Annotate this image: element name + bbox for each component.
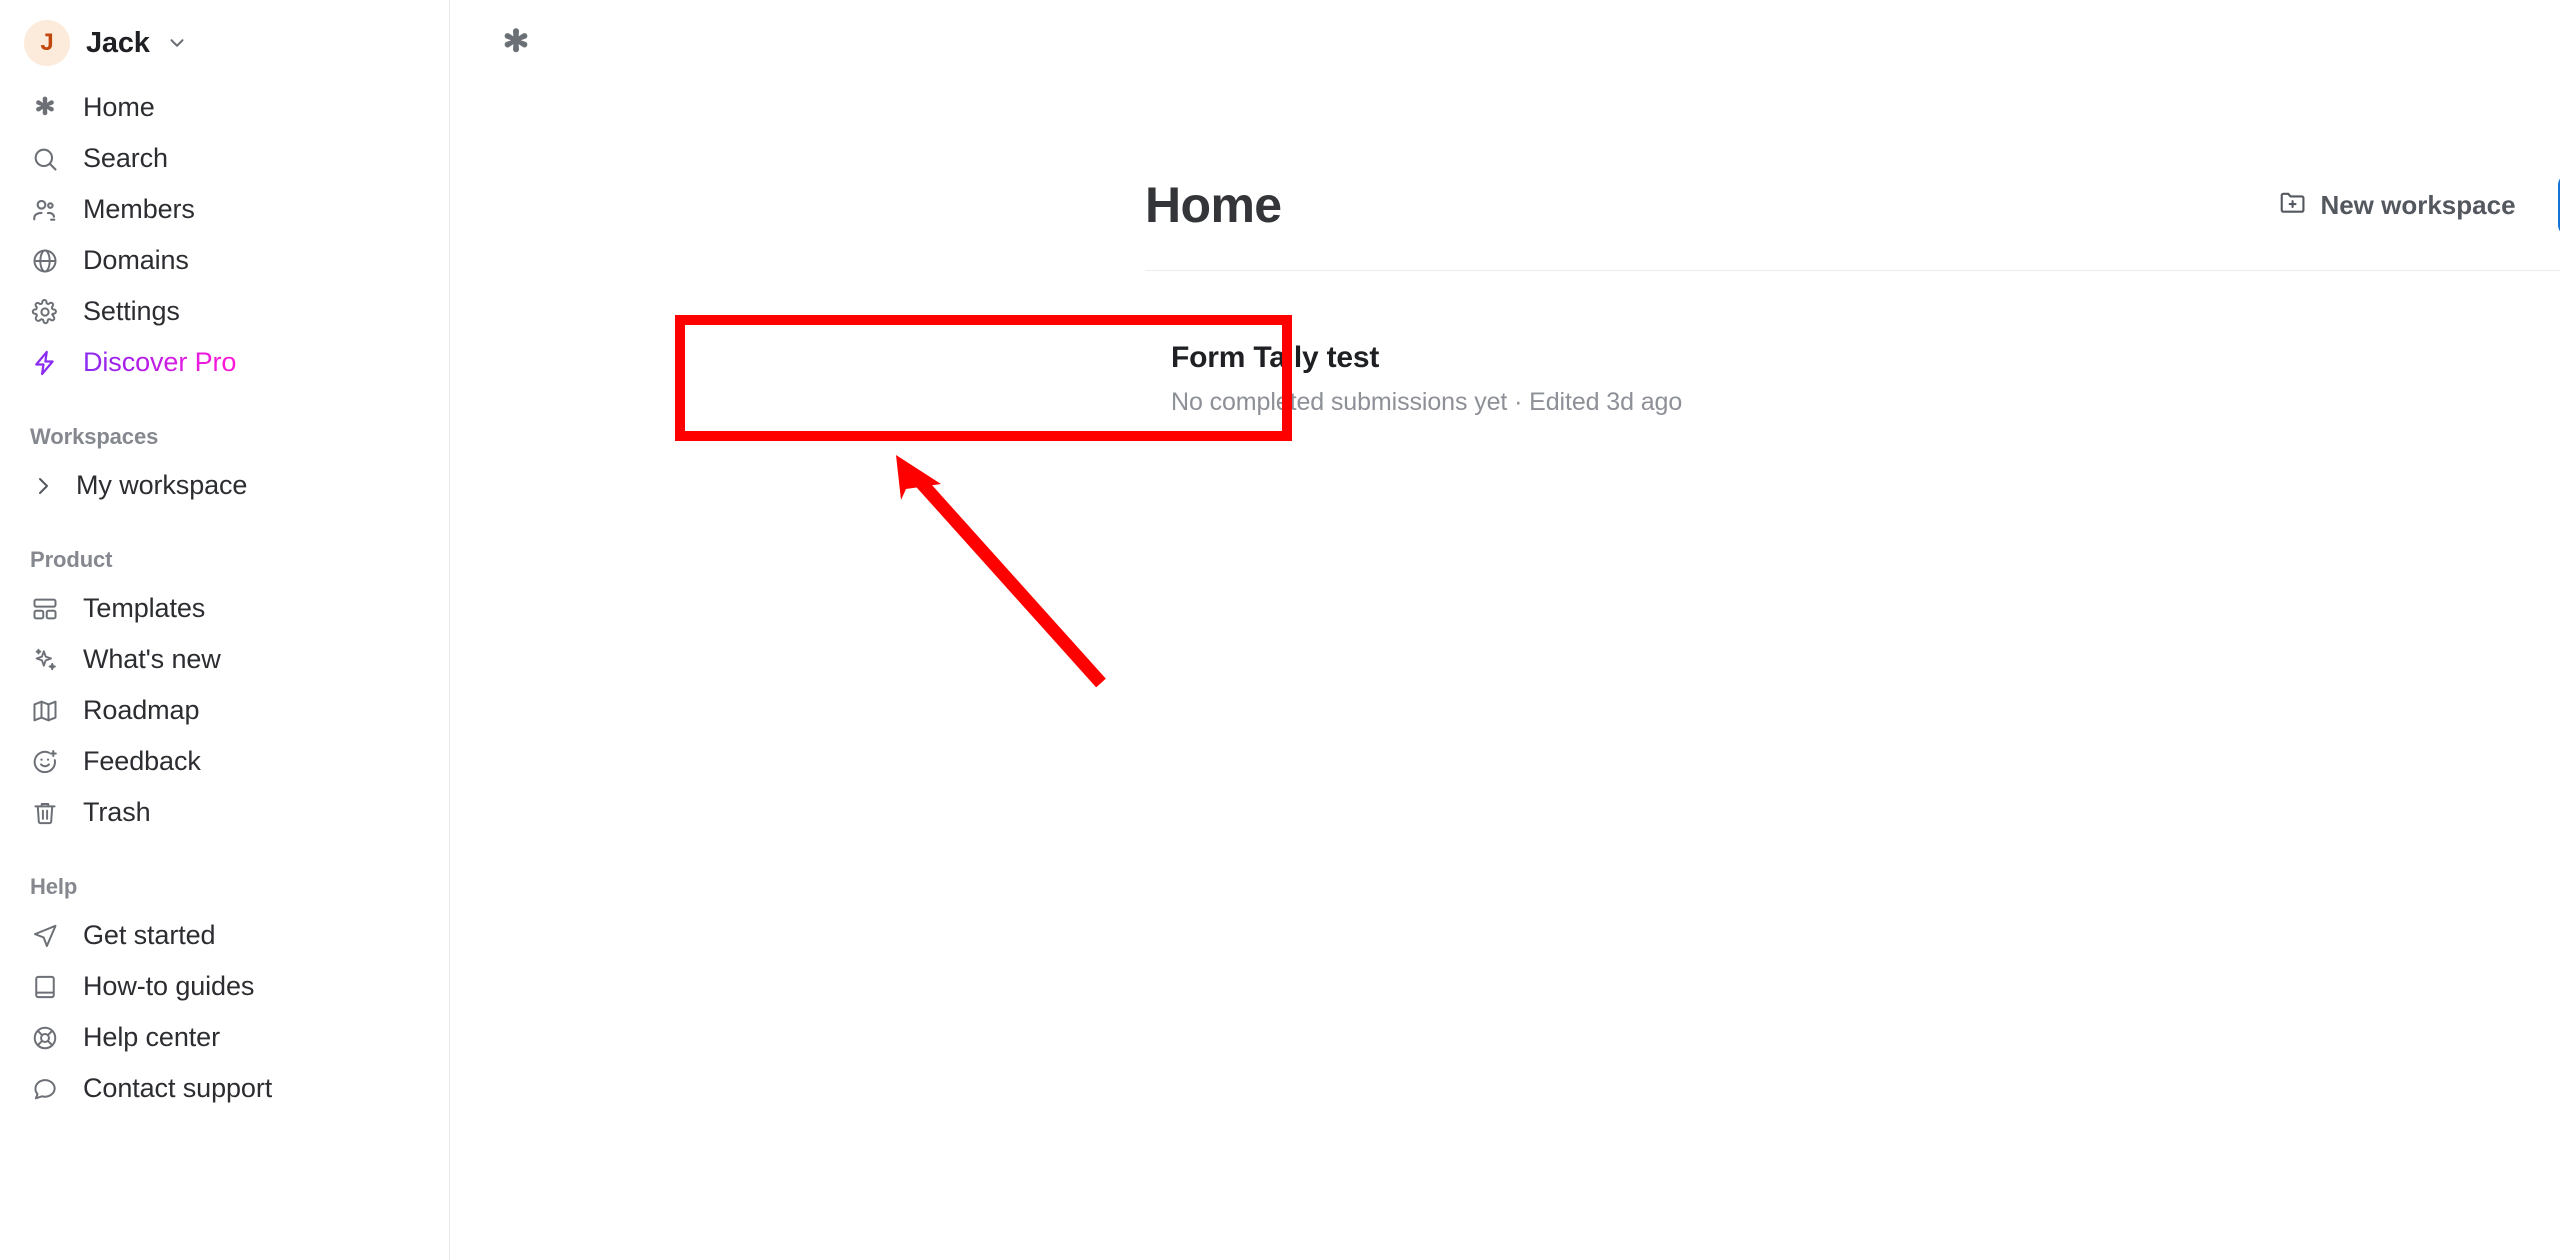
chat-bubble-icon	[30, 1074, 60, 1104]
avatar: J	[24, 20, 70, 66]
search-icon	[30, 144, 60, 174]
sidebar-item-label: What's new	[83, 644, 221, 674]
asterisk-icon	[30, 93, 60, 123]
sidebar-item-label: Home	[83, 92, 155, 122]
section-label-help: Help	[30, 874, 78, 899]
gear-icon	[30, 297, 60, 327]
chevron-down-icon	[166, 32, 188, 54]
primary-nav: Home Search Members Domains Settings Dis…	[0, 82, 449, 388]
sidebar-item-label: Settings	[83, 296, 180, 326]
sidebar-item-search[interactable]: Search	[18, 133, 431, 184]
sidebar-item-label: Trash	[83, 797, 151, 827]
section-label-workspaces: Workspaces	[30, 424, 159, 449]
sidebar-item-help-center[interactable]: Help center	[18, 1012, 431, 1063]
lightning-icon	[30, 348, 60, 378]
lifebuoy-icon	[30, 1023, 60, 1053]
sparkles-icon	[30, 645, 60, 675]
chevron-right-icon[interactable]	[30, 473, 56, 499]
sidebar-item-feedback[interactable]: Feedback	[18, 736, 431, 787]
users-icon	[30, 195, 60, 225]
layout-icon	[30, 594, 60, 624]
sidebar-item-templates[interactable]: Templates	[18, 583, 431, 634]
sidebar-item-my-workspace[interactable]: My workspace	[18, 460, 431, 511]
tally-asterisk-logo-icon[interactable]	[490, 17, 542, 69]
sidebar-item-label: Feedback	[83, 746, 201, 776]
sidebar-item-label: Members	[83, 194, 195, 224]
sidebar-item-label: Templates	[83, 593, 206, 623]
account-switcher[interactable]: J Jack	[0, 4, 449, 82]
section-label-product: Product	[30, 547, 113, 572]
sidebar-item-label: Discover Pro	[83, 347, 237, 377]
help-nav: Get started How-to guides Help center Co…	[0, 910, 449, 1114]
page-body: Home New workspace New for	[450, 86, 2560, 443]
sidebar-item-domains[interactable]: Domains	[18, 235, 431, 286]
sidebar-item-label: My workspace	[76, 470, 248, 500]
map-icon	[30, 696, 60, 726]
trash-icon	[30, 798, 60, 828]
page-header-actions: New workspace New form	[2272, 174, 2560, 236]
sidebar-item-trash[interactable]: Trash	[18, 787, 431, 838]
form-card[interactable]: Form Tally test No completed submissions…	[1145, 319, 1757, 443]
sidebar-item-label: Search	[83, 143, 168, 173]
sidebar: J Jack Home Search Members Domains Setti…	[0, 0, 450, 1260]
smiley-plus-icon	[30, 747, 60, 777]
sidebar-item-settings[interactable]: Settings	[18, 286, 431, 337]
topbar: Search	[450, 0, 2560, 86]
paper-plane-icon	[30, 921, 60, 951]
page-title: Home	[1145, 176, 1282, 233]
book-icon	[30, 972, 60, 1002]
sidebar-item-label: Help center	[83, 1022, 220, 1052]
form-name: Form Tally test	[1171, 341, 1380, 374]
new-workspace-button[interactable]: New workspace	[2272, 178, 2521, 233]
sidebar-item-label: How-to guides	[83, 971, 255, 1001]
tally-app-window: J Jack Home Search Members Domains Setti…	[0, 0, 2560, 1260]
folder-plus-icon	[2278, 188, 2306, 223]
sidebar-item-roadmap[interactable]: Roadmap	[18, 685, 431, 736]
sidebar-item-whats-new[interactable]: What's new	[18, 634, 431, 685]
sidebar-item-how-to-guides[interactable]: How-to guides	[18, 961, 431, 1012]
product-nav: Templates What's new Roadmap Feedback Tr…	[0, 583, 449, 838]
globe-icon	[30, 246, 60, 276]
sidebar-item-get-started[interactable]: Get started	[18, 910, 431, 961]
sidebar-item-discover-pro[interactable]: Discover Pro	[18, 337, 431, 388]
sidebar-item-label: Get started	[83, 920, 216, 950]
new-workspace-label: New workspace	[2320, 189, 2516, 220]
sidebar-item-label: Roadmap	[83, 695, 200, 725]
sidebar-item-contact-support[interactable]: Contact support	[18, 1063, 431, 1114]
main-content: Search Home	[450, 0, 2560, 1260]
sidebar-item-home[interactable]: Home	[18, 82, 431, 133]
sidebar-item-members[interactable]: Members	[18, 184, 431, 235]
account-name: Jack	[86, 26, 150, 59]
sidebar-item-label: Domains	[83, 245, 189, 275]
form-list: Form Tally test No completed submissions…	[1145, 271, 2560, 443]
form-meta: No completed submissions yet · Edited 3d…	[1171, 388, 1683, 416]
sidebar-item-label: Contact support	[83, 1073, 273, 1103]
page-header: Home New workspace New for	[1145, 86, 2560, 271]
